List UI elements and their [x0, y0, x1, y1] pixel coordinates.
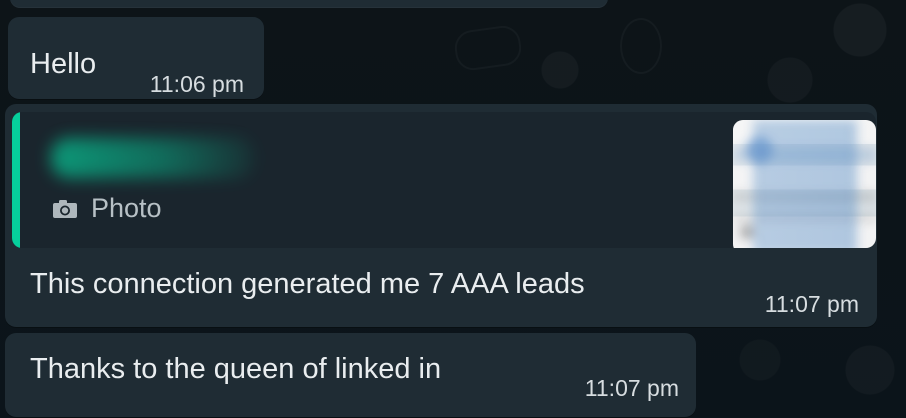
message-text: Thanks to the queen of linked in [30, 353, 442, 385]
previous-message-bubble [10, 0, 608, 8]
camera-icon [51, 198, 79, 220]
message-time: 11:06 pm [149, 71, 244, 97]
reply-photo-thumbnail[interactable] [733, 120, 876, 248]
message-bubble-reply-photo[interactable]: Photo This connection generated me 7 AAA… [5, 104, 877, 327]
message-text: This connection generated me 7 AAA leads [30, 268, 585, 300]
reply-sender-name-blurred [51, 138, 255, 178]
reply-media-row: Photo [51, 195, 162, 222]
reply-media-label: Photo [91, 193, 162, 223]
message-bubble-hello[interactable]: Hello 11:06 pm [8, 17, 264, 99]
message-time: 11:07 pm [764, 291, 859, 317]
message-time: 11:07 pm [584, 375, 679, 401]
reply-preview[interactable]: Photo [12, 112, 876, 248]
message-text: Hello [30, 48, 97, 80]
message-bubble-thanks[interactable]: Thanks to the queen of linked in 11:07 p… [5, 333, 696, 417]
reply-accent-bar [12, 112, 20, 248]
